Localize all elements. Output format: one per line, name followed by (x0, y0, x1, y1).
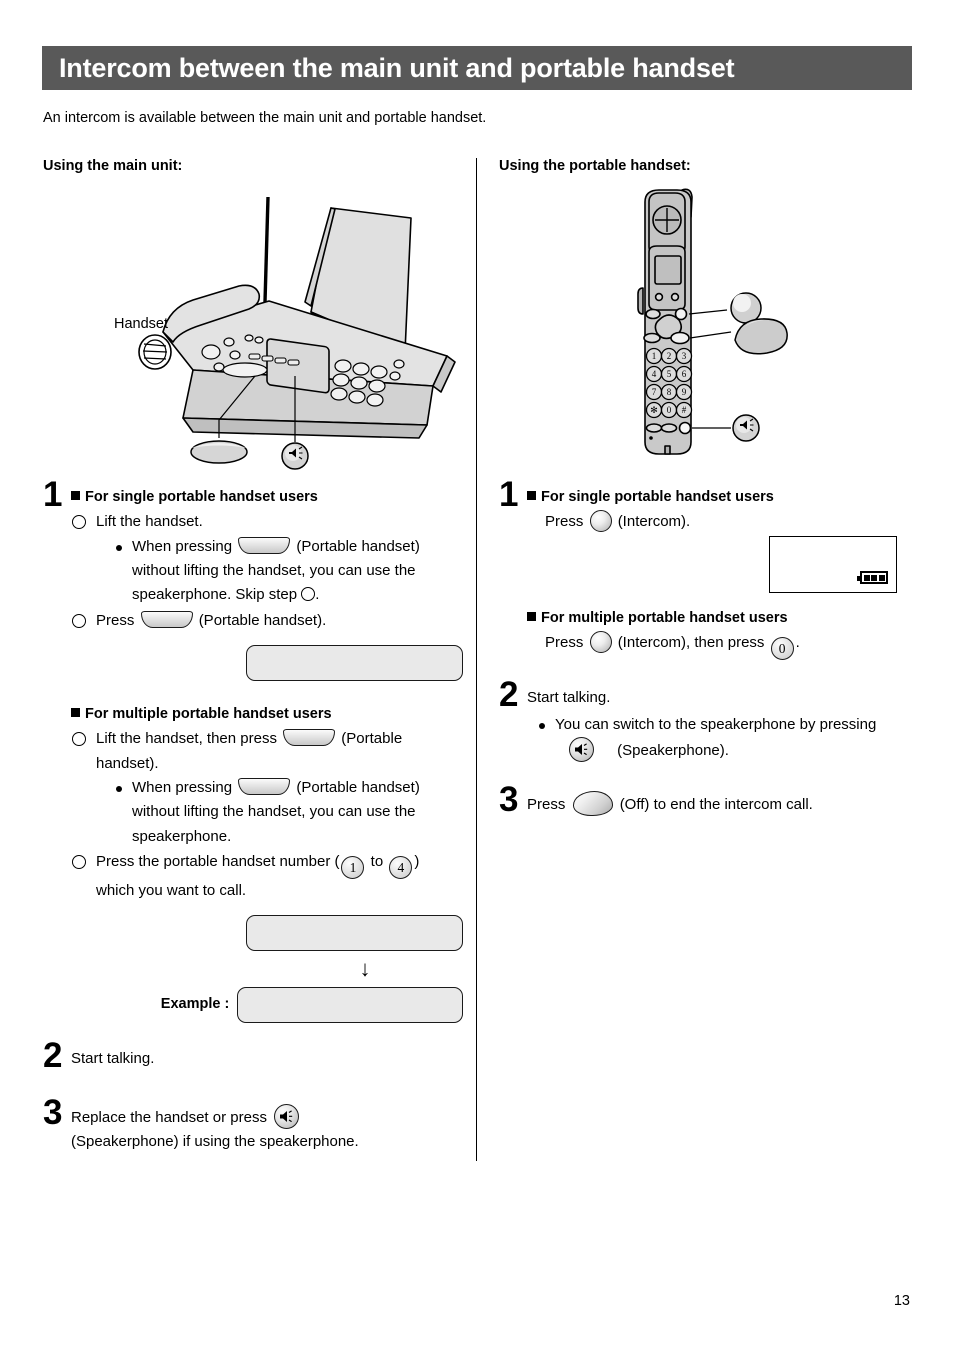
portable-handset-button-icon[interactable] (238, 778, 291, 796)
right-step-1-number: 1 (499, 475, 519, 514)
list-item: You can switch to the speakerphone by pr… (537, 713, 919, 764)
intercom-button-icon[interactable] (589, 631, 612, 654)
left-step1-multiple-list: Lift the handset, then press (Portable h… (71, 727, 463, 903)
list-item: When pressing (Portable handset) without… (114, 535, 463, 608)
step-ring-icon (301, 587, 316, 602)
display-readout-2 (246, 915, 463, 952)
svg-text:8: 8 (667, 387, 672, 397)
square-bullet-icon (527, 611, 536, 621)
right-step1-multiple-heading: For multiple portable handset users (527, 607, 919, 630)
keypad-key-4[interactable]: 4 (389, 855, 413, 879)
right-step-2: 2 Start talking. You can switch to the s… (499, 677, 919, 763)
right-step-2-number: 2 (499, 675, 519, 715)
right-column: Using the portable handset: 1 2 3 4 5 6 … (499, 158, 919, 817)
portable-handset-button-callout (190, 440, 248, 464)
speakerphone-button-callout-right (732, 414, 760, 442)
right-step-1: 1 For single portable handset users Pres… (499, 477, 919, 661)
left-step-3: 3 Replace the handset or press (Speakerp… (43, 1095, 463, 1155)
off-button-callout (734, 318, 788, 355)
svg-text:2: 2 (667, 351, 672, 361)
left-display-row-example: Example : (71, 987, 463, 1024)
step-ring-icon (72, 732, 86, 747)
dot-bullet-icon (116, 786, 122, 793)
svg-text:#: # (682, 405, 687, 415)
column-divider (476, 158, 477, 1161)
flow-arrow-icon: ↓ (359, 956, 371, 982)
right-step-2-body: Start talking. You can switch to the spe… (499, 686, 919, 763)
step-ring-icon (72, 613, 86, 628)
left-display-row-1 (71, 644, 463, 681)
portable-handset-illustration: 123 456 789 ✻ 0 # (499, 180, 919, 470)
svg-text:6: 6 (682, 369, 687, 379)
list-item: Lift the handset, then press (Portable h… (71, 727, 463, 848)
example-label: Example : (160, 996, 230, 1013)
right-step2-note: You can switch to the speakerphone by pr… (537, 713, 919, 764)
left-step-1-number: 1 (43, 475, 63, 514)
speakerphone-button-icon[interactable] (274, 1103, 300, 1129)
svg-text:4: 4 (652, 369, 657, 379)
right-step-3: 3 Press (Off) to end the intercom call. (499, 782, 919, 817)
step-ring-icon (72, 854, 86, 869)
left-column-heading: Using the main unit: (43, 158, 183, 174)
right-step1-single-heading: For single portable handset users (527, 486, 919, 509)
display-readout-1 (246, 644, 463, 681)
intercom-button-icon[interactable] (589, 510, 612, 533)
left-step1-multiple-heading: For multiple portable handset users (71, 703, 463, 726)
svg-text:9: 9 (682, 387, 687, 397)
battery-icon (857, 571, 888, 585)
square-bullet-icon (527, 491, 536, 500)
left-column: Using the main unit: Handset 1 For singl… (43, 158, 463, 1154)
list-item: When pressing (Portable handset) without… (114, 776, 463, 849)
handset-lcd-display (769, 536, 897, 594)
speakerphone-button-icon[interactable] (569, 736, 594, 762)
right-step-3-text: Press (Off) to end the intercom call. (499, 791, 919, 817)
list-item: Press (Portable handset). (71, 609, 463, 633)
keypad-key-0[interactable]: 0 (770, 637, 794, 661)
right-step-3-number: 3 (499, 780, 519, 820)
list-item: Press the portable handset number (1 to … (71, 850, 463, 903)
portable-handset-button-icon[interactable] (283, 729, 336, 747)
svg-text:7: 7 (652, 387, 657, 397)
svg-text:5: 5 (667, 369, 672, 379)
portable-handset-button-icon[interactable] (238, 536, 291, 554)
left-step-2-text: Start talking. (71, 1050, 155, 1068)
intro-text: An intercom is available between the mai… (43, 110, 487, 126)
portable-handset-drawing: 123 456 789 ✻ 0 # (637, 188, 788, 455)
svg-text:3: 3 (682, 351, 687, 361)
right-step1-single-text: Press (Intercom). (545, 510, 919, 594)
list-item: Lift the handset. When pressing (Portabl… (71, 510, 463, 607)
handset-callout-label: Handset (114, 316, 169, 332)
left-step-3-text: Replace the handset or press (Speakerpho… (43, 1103, 463, 1155)
page-number: 13 (893, 1293, 910, 1309)
main-unit-drawing (138, 196, 456, 470)
svg-text:✻: ✻ (650, 405, 658, 415)
left-display-row-2 (71, 915, 463, 952)
svg-text:0: 0 (667, 405, 672, 415)
step-ring-icon (72, 515, 86, 530)
speakerphone-button-callout (281, 442, 309, 470)
left-step1-multiple-note: When pressing (Portable handset) without… (114, 776, 463, 849)
intercom-button-callout (730, 292, 762, 324)
square-bullet-icon (71, 707, 80, 717)
left-step-3-number: 3 (43, 1092, 63, 1132)
page-title-bar: Intercom between the main unit and porta… (42, 46, 912, 90)
left-step1-single-heading: For single portable handset users (71, 486, 463, 509)
display-readout-example (237, 987, 463, 1024)
dot-bullet-icon (116, 544, 122, 551)
main-unit-illustration: Handset (43, 180, 463, 470)
off-button-icon[interactable] (572, 791, 613, 817)
svg-text:1: 1 (652, 351, 657, 361)
left-step1-single-note: When pressing (Portable handset) without… (114, 535, 463, 608)
left-step-1: 1 For single portable handset users Lift… (43, 477, 463, 1024)
left-step-2-number: 2 (43, 1036, 63, 1076)
right-column-heading: Using the portable handset: (499, 158, 691, 174)
square-bullet-icon (71, 491, 80, 500)
portable-handset-button-icon[interactable] (140, 610, 193, 628)
left-step1-single-list: Lift the handset. When pressing (Portabl… (71, 510, 463, 632)
left-step-2: 2 Start talking. (43, 1038, 463, 1073)
keypad-key-1[interactable]: 1 (341, 855, 365, 879)
page-title: Intercom between the main unit and porta… (59, 52, 735, 83)
dot-bullet-icon (539, 722, 545, 729)
right-step1-multiple-text: Press (Intercom), then press 0. (545, 631, 919, 661)
